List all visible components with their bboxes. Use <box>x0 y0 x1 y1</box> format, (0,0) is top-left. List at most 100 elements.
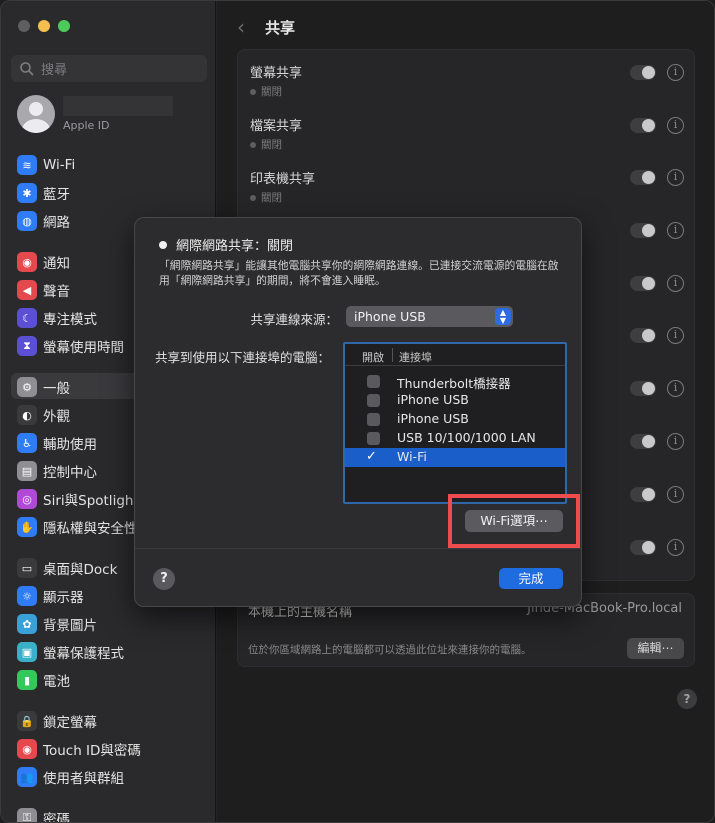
sidebar-item-label: 通知 <box>43 256 70 272</box>
battery-icon: ▮ <box>17 670 37 690</box>
port-label: iPhone USB <box>397 411 469 426</box>
done-button[interactable]: 完成 <box>499 568 563 589</box>
help-button[interactable]: ? <box>677 689 697 709</box>
account-name-redacted <box>63 96 173 116</box>
sidebar-item-label: 控制中心 <box>43 465 97 481</box>
sidebar-item[interactable]: ✿ 背景圖片 <box>17 612 97 636</box>
sidebar-item[interactable]: ◎ Siri與Spotlight <box>17 487 139 511</box>
table-row[interactable]: Thunderbolt橋接器 <box>345 372 565 391</box>
share-to-label: 共享到使用以下連接埠的電腦： <box>155 350 331 365</box>
sidebar-item[interactable]: ◐ 外觀 <box>17 403 70 427</box>
sidebar-item[interactable]: ▣ 螢幕保護程式 <box>17 640 124 664</box>
sidebar-item[interactable]: ◉ Touch ID與密碼 <box>17 737 141 761</box>
account-subtitle: Apple ID <box>63 119 110 132</box>
checkmark-icon[interactable]: ✓ <box>366 450 379 463</box>
zoom-window-button[interactable] <box>58 20 70 32</box>
service-toggle[interactable] <box>630 434 656 449</box>
service-toggle[interactable] <box>630 381 656 396</box>
service-toggle[interactable] <box>630 170 656 185</box>
window-controls <box>18 20 70 32</box>
info-icon[interactable]: i <box>667 64 684 81</box>
service-toggle[interactable] <box>630 223 656 238</box>
service-toggle[interactable] <box>630 118 656 133</box>
system-settings-window: 搜尋 Apple ID ≋ Wi-Fi ✱ 藍牙 ◍ 網路 ◉ 通知 ◀ 聲音 ☾ 專注模式 ⧗ 螢幕使用… <box>0 0 715 823</box>
sidebar-item[interactable]: 👥 使用者與群組 <box>17 765 124 789</box>
service-toggle[interactable] <box>630 540 656 555</box>
table-row[interactable]: iPhone USB <box>345 410 565 429</box>
gear-icon: ⚙ <box>17 377 37 397</box>
sidebar-item[interactable]: ◍ 網路 <box>17 209 70 233</box>
divider <box>135 548 581 549</box>
service-toggle[interactable] <box>630 276 656 291</box>
sidebar-item[interactable]: ▮ 電池 <box>17 668 70 692</box>
sidebar-item-label: 輔助使用 <box>43 437 97 453</box>
service-toggle[interactable] <box>630 328 656 343</box>
sidebar-item[interactable]: ⚙ 一般 <box>17 375 70 399</box>
sidebar-item-label: 隱私權與安全性 <box>43 521 138 537</box>
sidebar-item-label: 螢幕保護程式 <box>43 646 124 662</box>
service-toggle[interactable] <box>630 65 656 80</box>
minimize-window-button[interactable] <box>38 20 50 32</box>
sidebar-item[interactable]: ▭ 桌面與Dock <box>17 556 117 580</box>
share-source-value: iPhone USB <box>354 309 426 324</box>
sidebar-item[interactable]: ◉ 通知 <box>17 250 70 274</box>
port-checkbox[interactable] <box>367 413 380 426</box>
sidebar-item-label: 電池 <box>43 674 70 690</box>
info-icon[interactable]: i <box>667 117 684 134</box>
column-divider <box>392 348 393 362</box>
sheet-help-button[interactable]: ? <box>153 568 175 590</box>
sidebar-item[interactable]: ⧗ 螢幕使用時間 <box>17 334 124 358</box>
table-row-selected[interactable]: ✓ Wi-Fi <box>345 448 565 467</box>
port-label: Thunderbolt橋接器 <box>397 376 511 391</box>
sidebar-item[interactable]: ♿ 輔助使用 <box>17 431 97 455</box>
wifi-icon: ≋ <box>17 155 37 175</box>
port-label: Wi-Fi <box>397 449 427 464</box>
sheet-title-text: 網際網路共享：關閉 <box>176 239 294 254</box>
hourglass-icon: ⧗ <box>17 336 37 356</box>
info-icon[interactable]: i <box>667 539 684 556</box>
moon-icon: ☾ <box>17 308 37 328</box>
sidebar-item-label: 密碼 <box>43 812 70 823</box>
sheet-description: 「網際網路共享」能讓其他電腦共享你的網際網路連線。已連接交流電源的電腦在啟用「網… <box>159 259 559 287</box>
info-icon[interactable]: i <box>667 433 684 450</box>
close-window-button[interactable] <box>18 20 30 32</box>
service-toggle[interactable] <box>630 487 656 502</box>
bluetooth-icon: ✱ <box>17 183 37 203</box>
back-chevron-icon[interactable]: ‹ <box>237 15 245 39</box>
port-checkbox[interactable] <box>367 375 380 388</box>
sidebar-item-label: 使用者與群組 <box>43 771 124 787</box>
sidebar-item[interactable]: ✱ 藍牙 <box>17 181 70 205</box>
info-icon[interactable]: i <box>667 380 684 397</box>
column-header-enable[interactable]: 開啟 <box>362 349 384 365</box>
sidebar-item[interactable]: 🔒 鎖定螢幕 <box>17 709 97 733</box>
apple-id-account[interactable]: Apple ID <box>17 95 173 133</box>
sidebar-item[interactable]: ☾ 專注模式 <box>17 306 97 330</box>
table-row[interactable]: iPhone USB <box>345 391 565 410</box>
sidebar-item[interactable]: ◀ 聲音 <box>17 278 70 302</box>
speaker-icon: ◀ <box>17 280 37 300</box>
port-checkbox[interactable] <box>367 394 380 407</box>
port-checkbox[interactable] <box>367 432 380 445</box>
search-placeholder: 搜尋 <box>41 63 68 78</box>
sidebar-item-label: 背景圖片 <box>43 618 97 634</box>
service-row-screen-sharing: 螢幕共享 關閉 <box>250 62 684 114</box>
info-icon[interactable]: i <box>667 275 684 292</box>
wifi-options-button[interactable]: Wi-Fi選項⋯ <box>465 510 563 532</box>
sidebar-item[interactable]: ☼ 顯示器 <box>17 584 84 608</box>
table-row[interactable]: USB 10/100/1000 LAN <box>345 429 565 448</box>
sidebar-item[interactable]: ⚿ 密碼 <box>17 806 70 823</box>
column-header-port[interactable]: 連接埠 <box>399 349 432 365</box>
info-icon[interactable]: i <box>667 222 684 239</box>
sidebar-item[interactable]: ≋ Wi-Fi <box>17 153 75 177</box>
share-source-popup[interactable]: iPhone USB ▲ ▼ <box>346 306 513 327</box>
sun-icon: ☼ <box>17 586 37 606</box>
flower-icon: ✿ <box>17 614 37 634</box>
info-icon[interactable]: i <box>667 486 684 503</box>
search-field[interactable]: 搜尋 <box>11 55 207 82</box>
edit-hostname-button[interactable]: 編輯⋯ <box>627 638 684 659</box>
info-icon[interactable]: i <box>667 169 684 186</box>
share-source-label: 共享連線來源： <box>250 312 338 327</box>
sidebar-item[interactable]: ✋ 隱私權與安全性 <box>17 515 138 539</box>
sidebar-item[interactable]: ▤ 控制中心 <box>17 459 97 483</box>
info-icon[interactable]: i <box>667 327 684 344</box>
